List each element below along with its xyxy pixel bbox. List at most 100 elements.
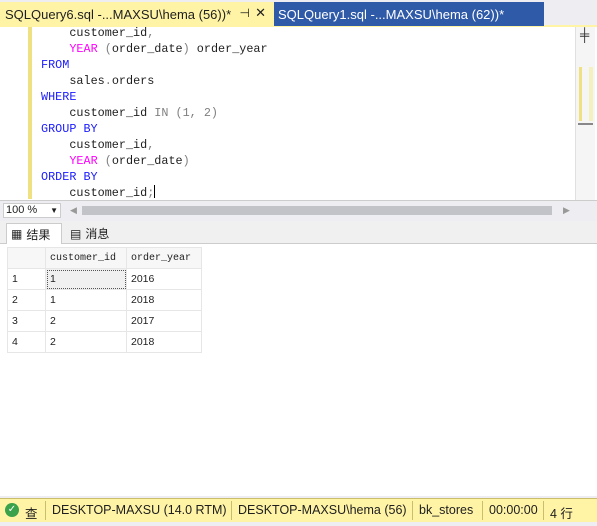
tab-sqlquery6-label: SQLQuery6.sql -...MAXSU\hema (56))* <box>5 6 232 22</box>
code-token: order_year <box>189 42 268 56</box>
tab-results-label: 结果 <box>26 227 51 242</box>
code-token: ( <box>97 154 112 168</box>
table-row: 2 1 2018 <box>7 289 202 311</box>
code-token: sales <box>69 74 105 88</box>
code-token: customer_id <box>69 138 148 152</box>
status-divider <box>543 501 544 520</box>
status-server: DESKTOP-MAXSU (14.0 RTM) <box>52 503 227 517</box>
chevron-down-icon: ▼ <box>50 206 58 215</box>
horizontal-scroll-thumb[interactable] <box>82 206 552 215</box>
status-state: 查 <box>25 507 38 521</box>
code-token: ) <box>182 42 190 56</box>
code-line[interactable]: YEAR (order_date) order_year <box>41 41 268 57</box>
code-line[interactable]: customer_id; <box>41 185 268 200</box>
code-line[interactable]: sales.orders <box>41 73 268 89</box>
code-token: . <box>104 74 112 88</box>
code-token: order_date <box>111 154 183 168</box>
row-number[interactable]: 4 <box>7 331 46 353</box>
code-token: , <box>147 138 155 152</box>
row-number[interactable]: 2 <box>7 289 46 311</box>
split-window-icon[interactable]: ╪ <box>580 28 589 42</box>
status-divider <box>231 501 232 520</box>
code-token: customer_id <box>69 106 148 120</box>
change-tracking-bar <box>28 27 32 199</box>
code-token: customer_id <box>69 186 148 200</box>
editor-bottom-bar: 100 % ▼ ◀ ▶ <box>0 200 597 220</box>
document-tab-strip: SQLQuery6.sql -...MAXSU\hema (56))* ⊣ ✕ … <box>0 0 597 27</box>
code-token: customer_id <box>69 27 148 40</box>
results-tab-strip: ▦ 结果 ▤ 消息 <box>0 221 597 244</box>
code-token: IN (1, 2) <box>147 106 218 120</box>
code-token: FROM <box>41 58 70 72</box>
row-number[interactable]: 1 <box>7 268 46 290</box>
code-token: WHERE <box>41 90 77 104</box>
grid-icon: ▦ <box>11 227 23 241</box>
code-line[interactable]: WHERE <box>41 89 268 105</box>
sql-editor[interactable]: customer_id, YEAR (order_date) order_yea… <box>0 27 597 200</box>
status-login: DESKTOP-MAXSU\hema (56) <box>238 503 407 517</box>
table-row: 4 2 2018 <box>7 331 202 353</box>
code-token: ; <box>147 186 155 200</box>
code-token: ( <box>97 42 112 56</box>
code-token: , <box>147 27 155 40</box>
scroll-right-icon[interactable]: ▶ <box>563 205 570 216</box>
tab-sqlquery1-label: SQLQuery1.sql -...MAXSU\hema (62))* <box>278 6 505 22</box>
grid-cell[interactable]: 1 <box>45 268 127 290</box>
status-divider <box>45 501 46 520</box>
results-grid: customer_id order_year 1 1 2016 2 1 2018… <box>7 247 202 353</box>
results-grid-pane: customer_id order_year 1 1 2016 2 1 2018… <box>0 244 597 496</box>
grid-cell[interactable]: 2017 <box>126 310 202 332</box>
row-number[interactable]: 3 <box>7 310 46 332</box>
pin-icon[interactable]: ⊣ <box>240 6 250 20</box>
column-header-customer-id[interactable]: customer_id <box>45 247 127 269</box>
column-header-order-year[interactable]: order_year <box>126 247 202 269</box>
messages-icon: ▤ <box>70 226 82 241</box>
status-divider <box>412 501 413 520</box>
success-check-icon: ✓ <box>5 503 19 517</box>
tab-messages[interactable]: ▤ 消息 <box>66 223 120 244</box>
zoom-dropdown[interactable]: 100 % ▼ <box>3 203 61 218</box>
sql-code[interactable]: customer_id, YEAR (order_date) order_yea… <box>41 27 268 200</box>
code-line[interactable]: FROM <box>41 57 268 73</box>
table-row: 3 2 2017 <box>7 310 202 332</box>
code-line[interactable]: customer_id, <box>41 137 268 153</box>
scroll-thumb[interactable] <box>589 67 593 121</box>
close-icon[interactable]: ✕ <box>255 5 266 21</box>
status-database: bk_stores <box>419 503 474 517</box>
code-token: ) <box>182 154 190 168</box>
code-token: order_date <box>111 42 183 56</box>
grid-cell[interactable]: 2018 <box>126 331 202 353</box>
scroll-left-icon[interactable]: ◀ <box>70 205 77 216</box>
scroll-caret-marker <box>578 123 593 125</box>
grid-cell[interactable]: 2 <box>45 331 127 353</box>
code-line[interactable]: ORDER BY <box>41 169 268 185</box>
scroll-change-marker <box>579 67 582 121</box>
code-line[interactable]: customer_id IN (1, 2) <box>41 105 268 121</box>
status-row-count: 4 行 <box>550 507 573 521</box>
tab-sqlquery6[interactable]: SQLQuery6.sql -...MAXSU\hema (56))* ⊣ ✕ <box>0 2 274 26</box>
grid-header-row: customer_id order_year <box>7 247 202 269</box>
tab-sqlquery1[interactable]: SQLQuery1.sql -...MAXSU\hema (62))* <box>274 2 544 26</box>
grid-corner[interactable] <box>7 247 46 269</box>
window-bottom-edge <box>0 522 597 526</box>
code-token: YEAR <box>69 154 98 168</box>
zoom-value: 100 % <box>6 204 38 216</box>
text-caret <box>154 185 156 198</box>
code-token: orders <box>111 74 155 88</box>
editor-vertical-scrollbar[interactable]: ╪ <box>575 27 595 200</box>
code-line[interactable]: YEAR (order_date) <box>41 153 268 169</box>
status-divider <box>482 501 483 520</box>
code-token: YEAR <box>69 42 98 56</box>
tab-messages-label: 消息 <box>85 227 110 241</box>
code-line[interactable]: GROUP BY <box>41 121 268 137</box>
status-bar: ✓ 查 DESKTOP-MAXSU (14.0 RTM) DESKTOP-MAX… <box>0 498 597 522</box>
code-line[interactable]: customer_id, <box>41 27 268 41</box>
code-token: ORDER BY <box>41 170 98 184</box>
grid-cell[interactable]: 1 <box>45 289 127 311</box>
table-row: 1 1 2016 <box>7 268 202 290</box>
grid-cell[interactable]: 2016 <box>126 268 202 290</box>
grid-cell[interactable]: 2 <box>45 310 127 332</box>
tab-results[interactable]: ▦ 结果 <box>6 223 62 244</box>
grid-cell[interactable]: 2018 <box>126 289 202 311</box>
code-token: GROUP BY <box>41 122 98 136</box>
